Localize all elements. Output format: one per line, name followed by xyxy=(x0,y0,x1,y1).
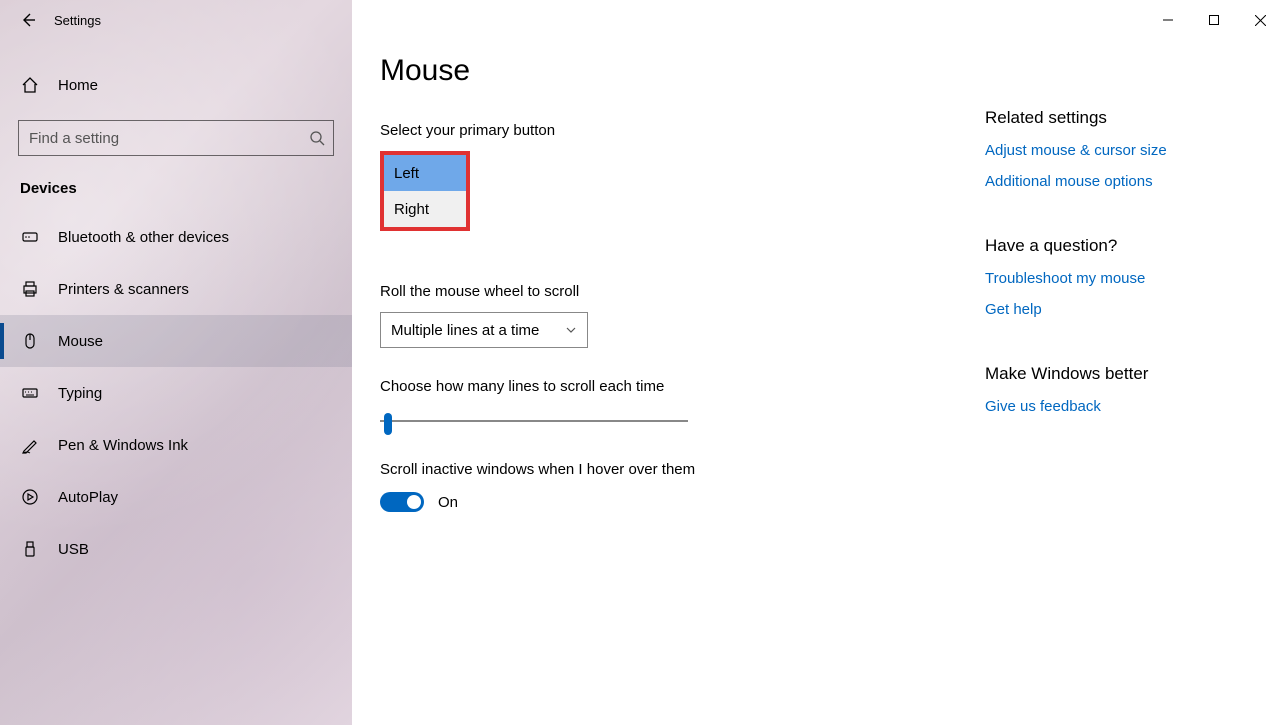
printer-icon xyxy=(20,279,40,299)
sidebar-item-typing[interactable]: Typing xyxy=(0,367,352,419)
primary-button-label: Select your primary button xyxy=(380,122,1000,139)
minimize-button[interactable] xyxy=(1145,4,1191,36)
better-head: Make Windows better xyxy=(985,364,1243,384)
close-button[interactable] xyxy=(1237,4,1283,36)
link-give-feedback[interactable]: Give us feedback xyxy=(985,398,1243,415)
back-button[interactable] xyxy=(18,10,38,30)
keyboard-icon xyxy=(20,383,40,403)
page-title: Mouse xyxy=(380,54,1283,88)
toggle-knob xyxy=(407,495,421,509)
titlebar: Settings xyxy=(0,0,1283,40)
roll-wheel-label: Roll the mouse wheel to scroll xyxy=(380,283,1000,300)
slider-track xyxy=(380,420,688,422)
inactive-toggle[interactable] xyxy=(380,492,424,512)
question-head: Have a question? xyxy=(985,236,1243,256)
window-controls xyxy=(1145,4,1283,36)
sidebar-item-label: USB xyxy=(58,541,89,558)
category-header: Devices xyxy=(0,174,352,211)
lines-slider[interactable] xyxy=(380,411,688,431)
chevron-down-icon xyxy=(565,324,577,336)
usb-icon xyxy=(20,539,40,559)
sidebar-item-usb[interactable]: USB xyxy=(0,523,352,575)
sidebar-item-printers[interactable]: Printers & scanners xyxy=(0,263,352,315)
home-label: Home xyxy=(58,77,98,94)
link-adjust-mouse-cursor[interactable]: Adjust mouse & cursor size xyxy=(985,142,1243,159)
link-troubleshoot-mouse[interactable]: Troubleshoot my mouse xyxy=(985,270,1243,287)
sidebar-item-label: Pen & Windows Ink xyxy=(58,437,188,454)
app-title: Settings xyxy=(54,13,101,28)
primary-button-option-left[interactable]: Left xyxy=(384,155,466,191)
lines-label: Choose how many lines to scroll each tim… xyxy=(380,378,1000,395)
search-box[interactable] xyxy=(18,120,334,156)
related-head: Related settings xyxy=(985,108,1243,128)
slider-thumb[interactable] xyxy=(384,413,392,435)
sidebar-item-pen[interactable]: Pen & Windows Ink xyxy=(0,419,352,471)
right-rail: Related settings Adjust mouse & cursor s… xyxy=(985,108,1243,461)
maximize-button[interactable] xyxy=(1191,4,1237,36)
sidebar: Home Devices Bluetooth & other devices P… xyxy=(0,0,352,725)
sidebar-item-label: Mouse xyxy=(58,333,103,350)
roll-wheel-value: Multiple lines at a time xyxy=(391,322,539,339)
primary-button-dropdown-open: Left Right xyxy=(380,151,470,231)
link-get-help[interactable]: Get help xyxy=(985,301,1243,318)
home-nav[interactable]: Home xyxy=(0,60,352,110)
search-input[interactable] xyxy=(29,130,309,147)
sidebar-item-label: Printers & scanners xyxy=(58,281,189,298)
sidebar-item-autoplay[interactable]: AutoPlay xyxy=(0,471,352,523)
bluetooth-icon xyxy=(20,227,40,247)
sidebar-item-label: AutoPlay xyxy=(58,489,118,506)
inactive-toggle-state: On xyxy=(438,494,458,511)
search-icon xyxy=(309,130,325,146)
primary-button-option-right[interactable]: Right xyxy=(384,191,466,227)
inactive-label: Scroll inactive windows when I hover ove… xyxy=(380,461,1000,478)
mouse-icon xyxy=(20,331,40,351)
autoplay-icon xyxy=(20,487,40,507)
sidebar-item-label: Typing xyxy=(58,385,102,402)
sidebar-item-label: Bluetooth & other devices xyxy=(58,229,229,246)
pen-icon xyxy=(20,435,40,455)
sidebar-item-mouse[interactable]: Mouse xyxy=(0,315,352,367)
roll-wheel-dropdown[interactable]: Multiple lines at a time xyxy=(380,312,588,348)
sidebar-item-bluetooth[interactable]: Bluetooth & other devices xyxy=(0,211,352,263)
home-icon xyxy=(20,75,40,95)
link-additional-mouse-options[interactable]: Additional mouse options xyxy=(985,173,1243,190)
